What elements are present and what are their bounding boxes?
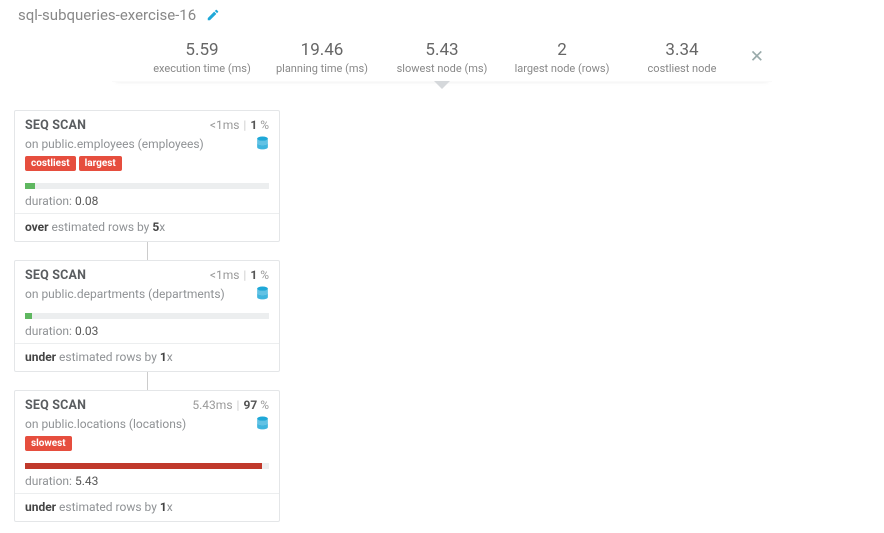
stat-label: execution time (ms) [152, 62, 252, 75]
chevron-down-icon [434, 81, 450, 89]
plan-node-card[interactable]: SEQ SCAN <1ms|1 % on public.employees (emp… [14, 110, 280, 242]
stat-label: planning time (ms) [272, 62, 372, 75]
estimate-row: over estimated rows by 5x [15, 214, 279, 241]
stat-costliest-node: 3.34 costliest node [632, 40, 732, 75]
stat-value: 5.59 [152, 40, 252, 60]
stat-value: 5.43 [392, 40, 492, 60]
time-pct: <1ms|1 % [210, 118, 269, 132]
relation-text: on public.departments (departments) [25, 287, 225, 301]
operation-name: SEQ SCAN [25, 268, 86, 283]
relation-text: on public.employees (employees) [25, 137, 204, 151]
operation-name: SEQ SCAN [25, 398, 86, 413]
database-icon [256, 136, 269, 151]
page-title: sql-subqueries-exercise-16 [18, 6, 196, 24]
estimate-row: under estimated rows by 1x [15, 494, 279, 521]
header: sql-subqueries-exercise-16 5.59 executio… [0, 0, 884, 84]
time-pct: 5.43ms|97 % [192, 398, 269, 412]
relation-text: on public.locations (locations) [25, 417, 186, 431]
time-pct: <1ms|1 % [210, 268, 269, 282]
stat-value: 2 [512, 40, 612, 60]
stat-slowest-node: 5.43 slowest node (ms) [392, 40, 492, 75]
close-icon[interactable]: ✕ [750, 47, 764, 67]
stat-value: 3.34 [632, 40, 732, 60]
stat-planning-time: 19.46 planning time (ms) [272, 40, 372, 75]
stat-largest-node: 2 largest node (rows) [512, 40, 612, 75]
plan-nodes: SEQ SCAN <1ms|1 % on public.employees (emp… [0, 110, 280, 522]
stat-label: costliest node [632, 62, 732, 75]
stat-label: slowest node (ms) [392, 62, 492, 75]
duration-row: duration: 0.08 [15, 189, 279, 214]
stats-bar: 5.59 execution time (ms) 19.46 planning … [112, 32, 772, 82]
tags: costliestlargest [25, 156, 269, 171]
stat-value: 19.46 [272, 40, 372, 60]
tag-largest: largest [79, 156, 122, 171]
stat-execution-time: 5.59 execution time (ms) [152, 40, 252, 75]
duration-row: duration: 0.03 [15, 319, 279, 344]
plan-node-card[interactable]: SEQ SCAN 5.43ms|97 % on public.locations (… [14, 390, 280, 522]
tag-slowest: slowest [25, 436, 72, 451]
database-icon [256, 286, 269, 301]
plan-node-card[interactable]: SEQ SCAN <1ms|1 % on public.departments (d… [14, 260, 280, 372]
estimate-row: under estimated rows by 1x [15, 344, 279, 371]
edit-icon[interactable] [206, 8, 220, 22]
tag-costliest: costliest [25, 156, 76, 171]
node-connector [147, 372, 148, 390]
tags: slowest [25, 436, 269, 451]
database-icon [256, 416, 269, 431]
duration-row: duration: 5.43 [15, 469, 279, 494]
stat-label: largest node (rows) [512, 62, 612, 75]
node-connector [147, 242, 148, 260]
operation-name: SEQ SCAN [25, 118, 86, 133]
